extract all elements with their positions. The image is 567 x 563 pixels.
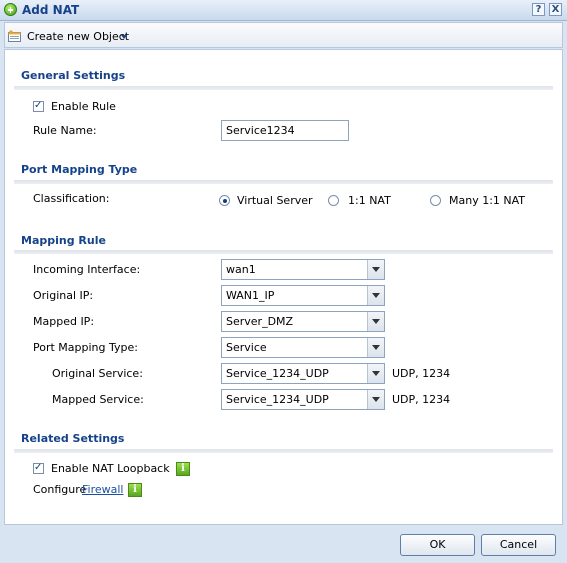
original-ip-label: Original IP: (33, 289, 94, 302)
nat-loopback-label: Enable NAT Loopback (51, 462, 170, 475)
related-settings-heading: Related Settings (21, 432, 125, 445)
incoming-interface-value: wan1 (226, 263, 256, 276)
help-button[interactable]: ? (532, 3, 545, 16)
mapped-ip-label: Mapped IP: (33, 315, 95, 328)
rule-name-label: Rule Name: (33, 124, 97, 137)
original-service-info: UDP, 1234 (392, 367, 451, 380)
many-one-to-one-nat-label: Many 1:1 NAT (449, 194, 526, 207)
mapped-ip-select[interactable]: Server_DMZ (221, 311, 385, 332)
window-title: Add NAT (22, 3, 80, 17)
port-mapping-type-heading: Port Mapping Type (21, 163, 138, 176)
mapped-service-label: Mapped Service: (52, 393, 144, 406)
incoming-interface-select[interactable]: wan1 (221, 259, 385, 280)
configure-label: Configure (33, 483, 87, 496)
mapped-ip-value: Server_DMZ (226, 315, 294, 328)
port-mapping-type-label: Port Mapping Type: (33, 341, 138, 354)
info-icon[interactable]: i (128, 483, 142, 497)
close-button[interactable]: X (549, 3, 562, 16)
info-icon[interactable]: i (176, 462, 190, 476)
section-divider (14, 250, 553, 254)
firewall-link[interactable]: Firewall (82, 483, 123, 496)
original-ip-value: WAN1_IP (226, 289, 275, 302)
general-settings-heading: General Settings (21, 69, 126, 82)
many-one-to-one-nat-radio[interactable] (430, 195, 441, 206)
chevron-down-icon[interactable] (121, 35, 127, 39)
original-service-label: Original Service: (52, 367, 143, 380)
port-mapping-type-value: Service (226, 341, 267, 354)
mapping-rule-heading: Mapping Rule (21, 234, 106, 247)
enable-rule-checkbox[interactable]: ✓ (33, 100, 44, 112)
section-divider (14, 449, 553, 453)
virtual-server-radio[interactable] (219, 195, 230, 206)
port-mapping-type-select[interactable]: Service (221, 337, 385, 358)
create-object-icon[interactable] (8, 30, 22, 42)
checkmark-icon: ✓ (34, 462, 43, 473)
original-service-select[interactable]: Service_1234_UDP (221, 363, 385, 384)
chevron-down-icon[interactable] (367, 364, 384, 383)
section-divider (14, 180, 553, 184)
ok-button[interactable]: OK (400, 534, 475, 556)
cancel-button[interactable]: Cancel (481, 534, 556, 556)
incoming-interface-label: Incoming Interface: (33, 263, 141, 276)
create-object-menu[interactable]: Create new Object (27, 30, 129, 43)
virtual-server-label: Virtual Server (237, 194, 313, 207)
chevron-down-icon[interactable] (367, 312, 384, 331)
section-divider (14, 86, 553, 90)
mapped-service-select[interactable]: Service_1234_UDP (221, 389, 385, 410)
chevron-down-icon[interactable] (367, 286, 384, 305)
rule-name-input[interactable]: Service1234 (221, 120, 349, 141)
chevron-down-icon[interactable] (367, 260, 384, 279)
one-to-one-nat-label: 1:1 NAT (348, 194, 391, 207)
checkmark-icon: ✓ (34, 100, 43, 111)
mapped-service-info: UDP, 1234 (392, 393, 451, 406)
one-to-one-nat-radio[interactable] (328, 195, 339, 206)
window-titlebar (0, 0, 567, 21)
mapped-service-value: Service_1234_UDP (226, 393, 329, 406)
chevron-down-icon[interactable] (367, 390, 384, 409)
chevron-down-icon[interactable] (367, 338, 384, 357)
add-circle-icon (4, 3, 17, 16)
original-ip-select[interactable]: WAN1_IP (221, 285, 385, 306)
dialog-footer (4, 525, 563, 563)
classification-label: Classification: (33, 192, 110, 205)
original-service-value: Service_1234_UDP (226, 367, 329, 380)
nat-loopback-checkbox[interactable]: ✓ (33, 462, 44, 474)
enable-rule-label: Enable Rule (51, 100, 116, 113)
